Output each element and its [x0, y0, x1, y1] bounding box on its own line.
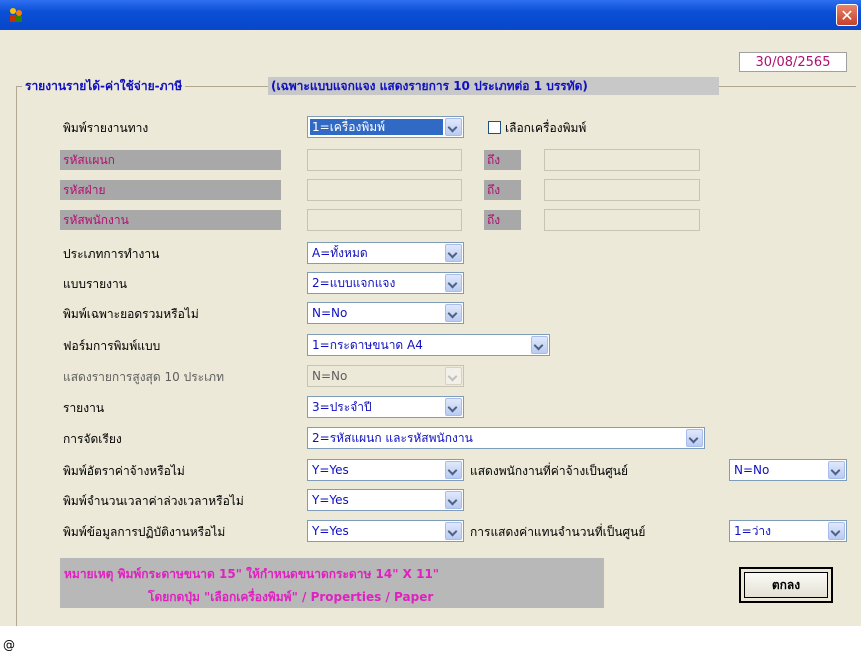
status-char: @ — [3, 638, 15, 652]
ok-button-label: ตกลง — [744, 572, 828, 598]
print-form-select[interactable]: 1=กระดาษขนาด A4 — [307, 334, 550, 356]
dept-code-label: รหัสแผนก — [60, 150, 281, 170]
chevron-down-icon[interactable] — [445, 118, 462, 136]
group-title: รายงานรายได้-ค่าใช้จ่าย-ภาษี — [22, 77, 186, 95]
print-attendance-select[interactable]: Y=Yes — [307, 520, 464, 542]
show-zero-wage-label: แสดงพนักงานที่ค่าจ้างเป็นศูนย์ — [470, 464, 628, 478]
dept-code-to-field[interactable] — [544, 149, 700, 171]
work-type-select[interactable]: A=ทั้งหมด — [307, 242, 464, 264]
emp-code-to-field[interactable] — [544, 209, 700, 231]
zero-display-select[interactable]: 1=ว่าง — [729, 520, 847, 542]
sorting-value: 2=รหัสแผนก และรหัสพนักงาน — [312, 431, 473, 445]
show-zero-wage-value: N=No — [734, 463, 770, 477]
zero-display-label: การแสดงค่าแทนจำนวนที่เป็นศูนย์ — [470, 525, 646, 539]
print-wage-rate-select[interactable]: Y=Yes — [307, 459, 464, 481]
note-line-1: หมายเหตุ พิมพ์กระดาษขนาด 15" ให้กำหนดขนา… — [64, 567, 440, 581]
work-type-label: ประเภทการทำงาน — [63, 247, 160, 261]
print-via-select[interactable]: 1=เครื่องพิมพ์ — [307, 116, 464, 138]
dept-code-to-label: ถึง — [484, 150, 521, 170]
print-ot-hours-label: พิมพ์จำนวนเวลาค่าล่วงเวลาหรือไม่ — [63, 494, 244, 508]
print-form-label: ฟอร์มการพิมพ์แบบ — [63, 339, 161, 353]
report-format-value: 2=แบบแจกแจง — [312, 276, 396, 290]
work-type-value: A=ทั้งหมด — [312, 246, 368, 260]
chevron-down-icon[interactable] — [828, 522, 845, 540]
close-button[interactable]: ✕ — [836, 4, 858, 26]
report-format-label: แบบรายงาน — [63, 277, 127, 291]
chevron-down-icon[interactable] — [531, 336, 548, 354]
date-display: 30/08/2565 — [739, 52, 847, 72]
select-printer-label: เลือกเครื่องพิมพ์ — [505, 121, 587, 135]
top10-value: N=No — [312, 369, 348, 383]
chevron-down-icon — [445, 367, 462, 385]
div-code-label: รหัสฝ่าย — [60, 180, 281, 200]
group-subtitle: (เฉพาะแบบแจกแจง แสดงรายการ 10 ประเภทต่อ … — [268, 77, 719, 95]
chevron-down-icon[interactable] — [445, 244, 462, 262]
sorting-select[interactable]: 2=รหัสแผนก และรหัสพนักงาน — [307, 427, 705, 449]
print-wage-rate-value: Y=Yes — [312, 463, 349, 477]
chevron-down-icon[interactable] — [828, 461, 845, 479]
title-bar: ✕ — [0, 0, 861, 30]
totals-only-select[interactable]: N=No — [307, 302, 464, 324]
dialog-client-area: 30/08/2565 รายงานรายได้-ค่าใช้จ่าย-ภาษี … — [0, 30, 861, 652]
chevron-down-icon[interactable] — [445, 304, 462, 322]
report-value: 3=ประจำปี — [312, 400, 372, 414]
report-label: รายงาน — [63, 401, 105, 415]
top10-label: แสดงรายการสูงสุด 10 ประเภท — [63, 370, 225, 384]
div-code-from-field[interactable] — [307, 179, 462, 201]
div-code-to-field[interactable] — [544, 179, 700, 201]
chevron-down-icon[interactable] — [445, 461, 462, 479]
top10-select: N=No — [307, 365, 464, 387]
print-ot-hours-select[interactable]: Y=Yes — [307, 489, 464, 511]
app-icon — [7, 6, 25, 24]
emp-code-from-field[interactable] — [307, 209, 462, 231]
dept-code-from-field[interactable] — [307, 149, 462, 171]
print-attendance-label: พิมพ์ข้อมูลการปฏิบัติงานหรือไม่ — [63, 525, 226, 539]
div-code-to-label: ถึง — [484, 180, 521, 200]
print-ot-hours-value: Y=Yes — [312, 493, 349, 507]
zero-display-value: 1=ว่าง — [734, 524, 772, 538]
ok-button[interactable]: ตกลง — [739, 567, 833, 603]
emp-code-to-label: ถึง — [484, 210, 521, 230]
print-via-label: พิมพ์รายงานทาง — [63, 121, 149, 135]
sorting-label: การจัดเรียง — [63, 432, 122, 446]
print-form-value: 1=กระดาษขนาด A4 — [312, 338, 423, 352]
show-zero-wage-select[interactable]: N=No — [729, 459, 847, 481]
select-printer-checkbox[interactable] — [488, 121, 501, 134]
note-line-2: โดยกดปุ่ม "เลือกเครื่องพิมพ์" / Properti… — [148, 590, 434, 604]
totals-only-value: N=No — [312, 306, 348, 320]
print-attendance-value: Y=Yes — [312, 524, 349, 538]
print-via-value: 1=เครื่องพิมพ์ — [310, 119, 443, 135]
chevron-down-icon[interactable] — [445, 491, 462, 509]
report-select[interactable]: 3=ประจำปี — [307, 396, 464, 418]
totals-only-label: พิมพ์เฉพาะยอดรวมหรือไม่ — [63, 307, 199, 321]
print-wage-rate-label: พิมพ์อัตราค่าจ้างหรือไม่ — [63, 464, 185, 478]
chevron-down-icon[interactable] — [445, 398, 462, 416]
emp-code-label: รหัสพนักงาน — [60, 210, 281, 230]
chevron-down-icon[interactable] — [686, 429, 703, 447]
report-format-select[interactable]: 2=แบบแจกแจง — [307, 272, 464, 294]
chevron-down-icon[interactable] — [445, 274, 462, 292]
chevron-down-icon[interactable] — [445, 522, 462, 540]
